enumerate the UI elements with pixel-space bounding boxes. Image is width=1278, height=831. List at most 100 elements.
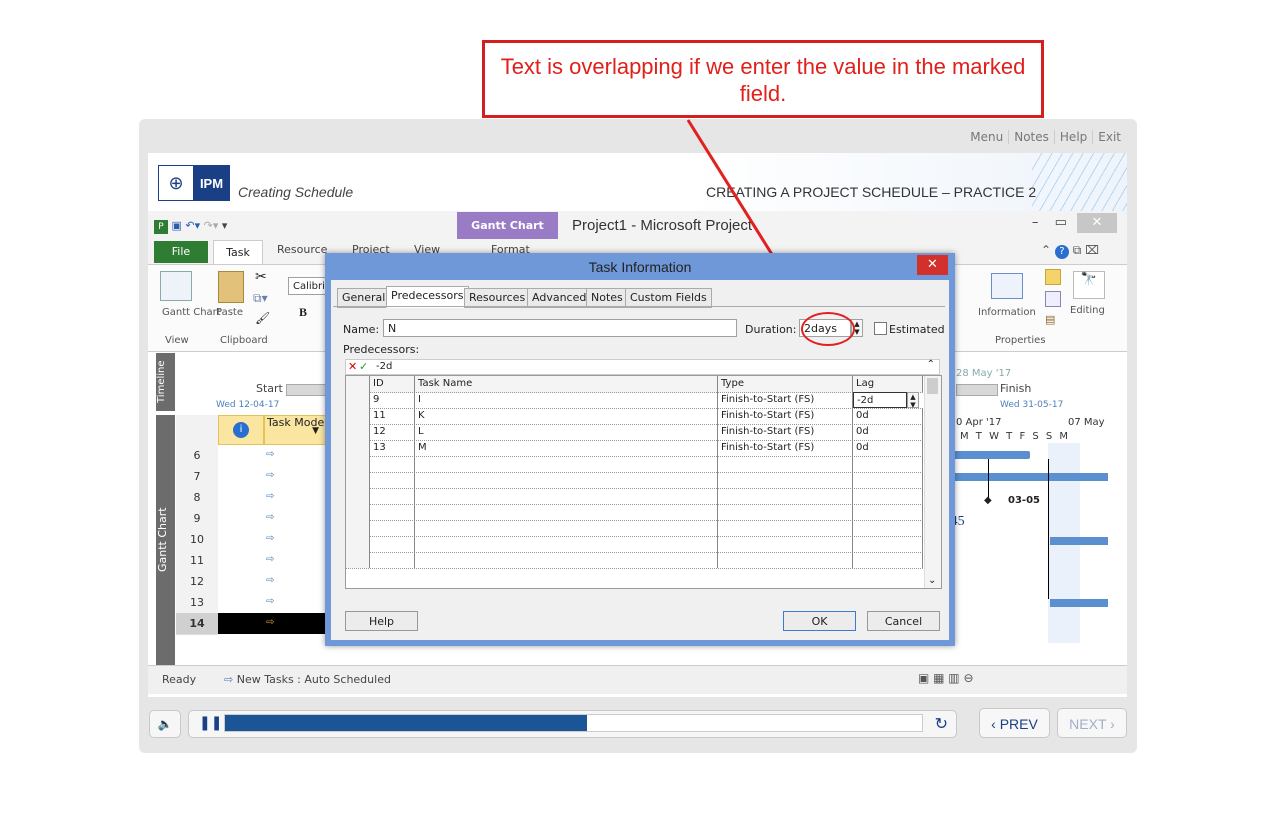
table-row-empty[interactable]	[346, 456, 923, 473]
replay-icon[interactable]: ↻	[935, 714, 948, 733]
paste-button[interactable]: Paste	[216, 307, 243, 318]
row-number[interactable]: 10	[176, 529, 218, 551]
cell-id[interactable]: 9	[370, 392, 415, 408]
cancel-button[interactable]: Cancel	[867, 611, 940, 631]
copy-icon[interactable]: ⧉▾	[253, 291, 268, 306]
font-name-input[interactable]: Calibri	[288, 277, 328, 295]
table-scrollbar[interactable]: ⌄	[924, 376, 941, 588]
gantt-chart-icon[interactable]	[160, 271, 192, 301]
info-column-header[interactable]: i	[218, 415, 264, 445]
tab-resource[interactable]: Resource	[277, 243, 327, 256]
tab-advanced[interactable]: Advanced	[527, 288, 592, 308]
cell-task-name[interactable]: L	[415, 424, 718, 440]
progress-track[interactable]	[224, 714, 923, 732]
table-row[interactable]: 13 M Finish-to-Start (FS) 0d	[346, 440, 923, 457]
status-new-tasks[interactable]: ⇨ New Tasks : Auto Scheduled	[224, 673, 391, 686]
edit-value[interactable]: -2d	[376, 361, 392, 372]
gantt-bar[interactable]	[948, 451, 1030, 459]
close-icon[interactable]: ✕	[1077, 213, 1117, 233]
details-icon[interactable]	[1045, 291, 1061, 307]
ok-button[interactable]: OK	[783, 611, 856, 631]
gantt-chart-button[interactable]: Gantt Chart	[162, 307, 221, 318]
cell-id[interactable]: 11	[370, 408, 415, 424]
close-doc-icon[interactable]: ⌧	[1085, 243, 1099, 257]
cell-lag[interactable]: 0d	[853, 408, 923, 424]
information-icon[interactable]	[991, 273, 1023, 299]
cell-id[interactable]: 12	[370, 424, 415, 440]
restore-icon[interactable]: ⧉	[1073, 243, 1082, 257]
table-row-empty[interactable]	[346, 504, 923, 521]
menu-link[interactable]: Menu	[965, 130, 1010, 144]
gantt-bar[interactable]	[1050, 599, 1108, 607]
collapse-ribbon-icon[interactable]: ⌃	[1041, 243, 1051, 257]
estimated-checkbox[interactable]	[874, 322, 887, 335]
dialog-close-icon[interactable]: ✕	[917, 255, 948, 275]
prev-button[interactable]: ‹ PREV	[979, 708, 1050, 738]
next-button[interactable]: NEXT ›	[1057, 708, 1127, 738]
tab-notes[interactable]: Notes	[586, 288, 628, 308]
tab-resources[interactable]: Resources	[464, 288, 531, 308]
maximize-icon[interactable]: ▭	[1055, 215, 1067, 230]
notes-icon[interactable]	[1045, 269, 1061, 285]
cell-lag-editing[interactable]: -2d	[853, 392, 907, 408]
editing-button[interactable]: Editing	[1070, 305, 1105, 316]
name-field[interactable]: N	[383, 319, 737, 337]
row-selector[interactable]	[346, 408, 370, 424]
exit-link[interactable]: Exit	[1093, 130, 1126, 144]
row-number[interactable]: 13	[176, 592, 218, 614]
row-number[interactable]: 9	[176, 508, 218, 530]
cell-type[interactable]: Finish-to-Start (FS)	[718, 440, 853, 456]
gantt-bar[interactable]	[1050, 537, 1108, 545]
scroll-down-icon[interactable]: ⌄	[928, 575, 936, 586]
table-row-empty[interactable]	[346, 488, 923, 505]
row-selector[interactable]	[346, 440, 370, 456]
minimize-icon[interactable]: –	[1032, 215, 1039, 230]
pause-icon[interactable]: ❚❚	[199, 715, 222, 731]
gantt-bar[interactable]	[948, 473, 1108, 481]
bold-icon[interactable]: B	[299, 305, 307, 320]
table-row[interactable]: 12 L Finish-to-Start (FS) 0d	[346, 424, 923, 441]
help-link[interactable]: Help	[1054, 130, 1094, 144]
row-number[interactable]: 6	[176, 445, 218, 467]
tab-general[interactable]: General	[337, 288, 391, 308]
save-icon[interactable]: ▣	[172, 219, 182, 232]
cell-type[interactable]: Finish-to-Start (FS)	[718, 424, 853, 440]
tab-custom-fields[interactable]: Custom Fields	[625, 288, 712, 308]
cell-id[interactable]: 13	[370, 440, 415, 456]
paste-icon[interactable]	[218, 271, 244, 303]
row-number[interactable]: 7	[176, 466, 218, 488]
cell-lag[interactable]: 0d	[853, 424, 923, 440]
accept-edit-icon[interactable]: ✓	[359, 360, 368, 373]
cut-icon[interactable]: ✂	[255, 269, 267, 285]
cancel-edit-icon[interactable]: ✕	[348, 360, 357, 373]
scroll-up-icon[interactable]: ⌃	[927, 359, 935, 370]
table-row[interactable]: 11 K Finish-to-Start (FS) 0d	[346, 408, 923, 425]
format-painter-icon[interactable]: 🖌	[255, 311, 270, 325]
view-shortcut-icons[interactable]: ▣ ▦ ▥ ⊖	[918, 671, 974, 685]
row-number[interactable]: 12	[176, 571, 218, 593]
table-row-empty[interactable]	[346, 552, 923, 569]
table-row-empty[interactable]	[346, 536, 923, 553]
scrollbar-thumb[interactable]	[927, 378, 938, 394]
cell-type[interactable]: Finish-to-Start (FS)	[718, 392, 853, 408]
tab-task[interactable]: Task	[213, 240, 263, 265]
row-selector[interactable]	[346, 392, 370, 408]
undo-icon[interactable]: ↶▾	[185, 219, 200, 232]
tab-file[interactable]: File	[154, 241, 208, 263]
task-mode-header[interactable]: Task Mode ▼	[264, 415, 326, 445]
row-selector[interactable]	[346, 424, 370, 440]
table-row[interactable]: 9 I Finish-to-Start (FS) -2d ▲ ▼	[346, 392, 923, 409]
information-button[interactable]: Information	[978, 307, 1036, 318]
help-button[interactable]: Help	[345, 611, 418, 631]
tab-predecessors[interactable]: Predecessors	[386, 286, 469, 308]
redo-icon[interactable]: ↷▾	[204, 219, 219, 232]
qat-customize-icon[interactable]: ▾	[222, 219, 228, 232]
lag-spinner[interactable]: ▲ ▼	[907, 392, 919, 409]
row-number[interactable]: 11	[176, 550, 218, 572]
row-number-selected[interactable]: 14	[176, 613, 218, 635]
cell-task-name[interactable]: M	[415, 440, 718, 456]
table-row-empty[interactable]	[346, 472, 923, 489]
cell-task-name[interactable]: I	[415, 392, 718, 408]
cell-type[interactable]: Finish-to-Start (FS)	[718, 408, 853, 424]
notes-link[interactable]: Notes	[1009, 130, 1055, 144]
